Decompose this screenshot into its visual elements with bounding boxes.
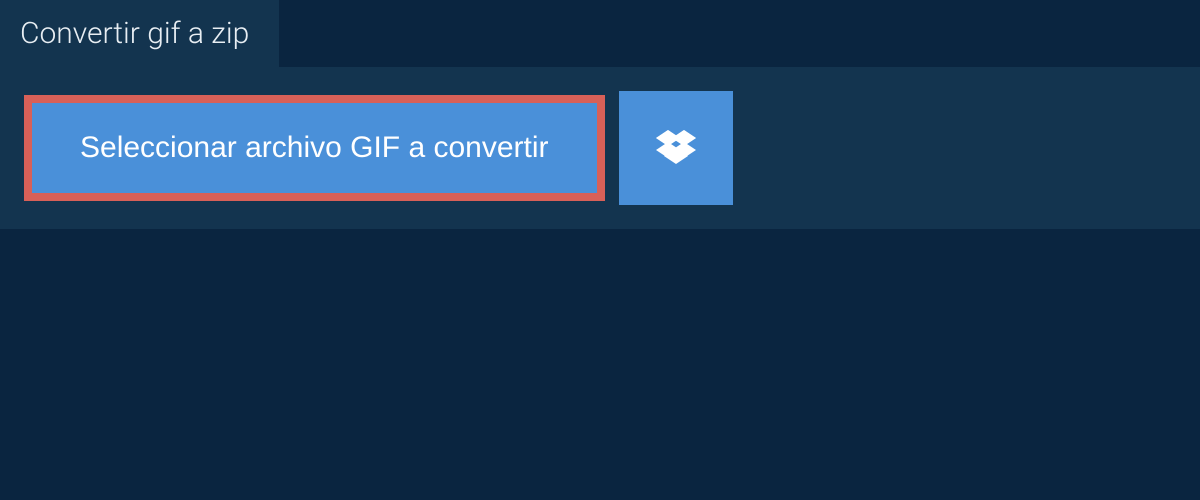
- select-file-highlight: Seleccionar archivo GIF a convertir: [24, 95, 605, 201]
- dropbox-button[interactable]: [619, 91, 733, 205]
- select-file-label: Seleccionar archivo GIF a convertir: [80, 131, 549, 164]
- dropbox-icon: [656, 127, 696, 170]
- conversion-panel: Seleccionar archivo GIF a convertir: [0, 67, 1200, 229]
- select-file-button[interactable]: Seleccionar archivo GIF a convertir: [32, 103, 597, 193]
- conversion-tab[interactable]: Convertir gif a zip: [0, 0, 279, 67]
- tab-title: Convertir gif a zip: [20, 16, 249, 51]
